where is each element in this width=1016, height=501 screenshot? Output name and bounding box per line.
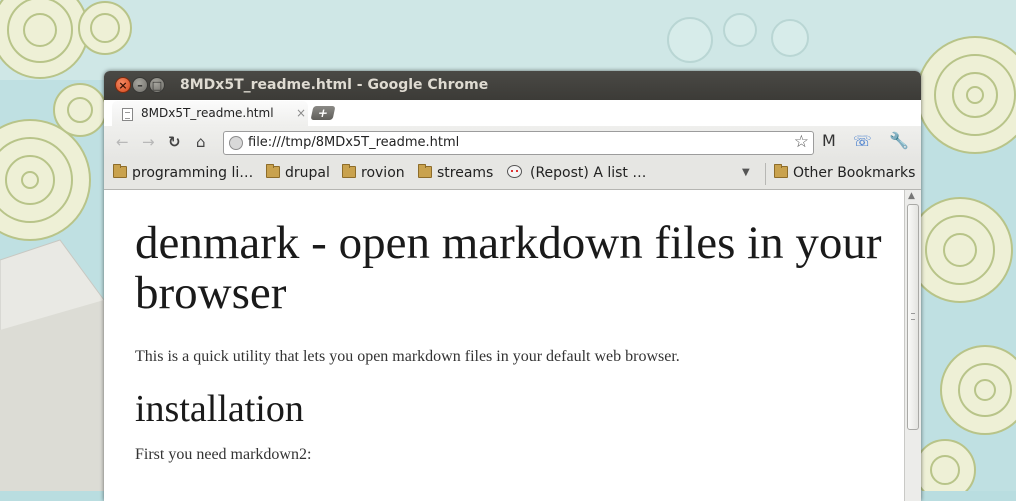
tab-readme[interactable]: 8MDx5T_readme.html ×	[112, 101, 308, 127]
maximize-window-button[interactable]: □	[149, 77, 165, 93]
bookmark-label: (Repost) A list …	[530, 165, 647, 181]
section-heading: installation	[135, 388, 304, 430]
tab-title: 8MDx5T_readme.html	[141, 106, 274, 120]
reddit-icon	[507, 165, 522, 178]
bookmark-repost-list[interactable]: (Repost) A list …	[507, 165, 646, 181]
folder-icon	[266, 164, 280, 178]
vertical-scrollbar[interactable]: ▲	[904, 190, 921, 501]
page-icon	[122, 108, 133, 121]
bookmarks-bar: programming li… drupal rovion streams (R…	[104, 159, 921, 190]
bookmark-label: streams	[437, 165, 494, 181]
bookmark-star-icon[interactable]: ☆	[794, 132, 809, 152]
bookmark-streams[interactable]: streams	[418, 164, 494, 181]
markdown-document: denmark - open markdown files in your br…	[135, 218, 895, 466]
bookmark-label: rovion	[361, 165, 405, 181]
bookmark-label: Other Bookmarks	[793, 165, 916, 181]
forward-button[interactable]: →	[142, 133, 155, 151]
intro-paragraph: This is a quick utility that lets you op…	[135, 348, 680, 365]
folder-icon	[418, 164, 432, 178]
address-bar[interactable]: file:///tmp/8MDx5T_readme.html ☆	[223, 131, 814, 155]
new-tab-button[interactable]: +	[310, 106, 336, 120]
reload-button[interactable]: ↻	[168, 133, 181, 151]
folder-icon	[113, 164, 127, 178]
home-button[interactable]: ⌂	[196, 133, 206, 151]
bookmark-label: drupal	[285, 165, 330, 181]
title-bar[interactable]: × – □ 8MDx5T_readme.html - Google Chrome…	[104, 71, 921, 127]
browser-window: × – □ 8MDx5T_readme.html - Google Chrome…	[104, 71, 921, 501]
bookmark-label: programming li…	[132, 165, 254, 181]
navigation-toolbar: ← → ↻ ⌂ file:///tmp/8MDx5T_readme.html ☆…	[104, 126, 921, 159]
bookmarks-overflow-chevron-icon[interactable]: ▼	[742, 167, 750, 178]
page-content: denmark - open markdown files in your br…	[104, 190, 904, 501]
gmail-icon[interactable]: M	[822, 132, 836, 150]
wrench-icon[interactable]: 🔧	[889, 132, 909, 150]
url-text[interactable]: file:///tmp/8MDx5T_readme.html	[248, 135, 459, 150]
phone-icon[interactable]: ☏	[853, 132, 872, 150]
folder-icon	[774, 164, 788, 178]
bookmark-programming-links[interactable]: programming li…	[113, 164, 254, 181]
scroll-up-arrow-icon[interactable]: ▲	[908, 191, 915, 201]
scroll-thumb[interactable]	[907, 204, 919, 430]
window-title: 8MDx5T_readme.html - Google Chrome	[180, 77, 489, 93]
close-window-button[interactable]: ×	[115, 77, 131, 93]
bookmark-other-bookmarks[interactable]: Other Bookmarks	[774, 164, 916, 181]
page-info-icon[interactable]	[229, 136, 243, 150]
back-button[interactable]: ←	[116, 133, 129, 151]
tab-close-icon[interactable]: ×	[296, 106, 306, 120]
bookmark-drupal[interactable]: drupal	[266, 164, 330, 181]
document-title: denmark - open markdown files in your br…	[135, 217, 882, 319]
folder-icon	[342, 164, 356, 178]
minimize-window-button[interactable]: –	[132, 77, 148, 93]
bookmarks-separator	[765, 163, 766, 185]
bookmark-rovion[interactable]: rovion	[342, 164, 405, 181]
section-paragraph: First you need markdown2:	[135, 446, 312, 463]
